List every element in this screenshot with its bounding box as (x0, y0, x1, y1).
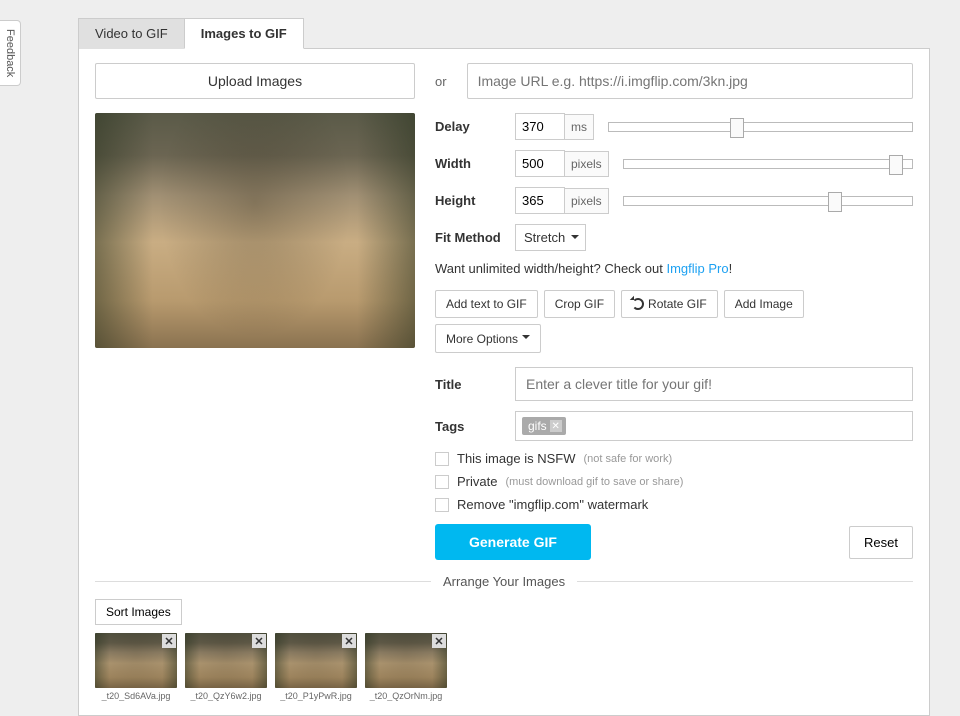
arrange-divider: Arrange Your Images (95, 574, 913, 589)
tab-bar: Video to GIF Images to GIF (78, 18, 930, 49)
delay-label: Delay (435, 119, 515, 134)
tag-text: gifs (528, 419, 547, 433)
tag-chip: gifs✕ (522, 417, 566, 435)
width-input[interactable] (515, 150, 565, 177)
tab-images-to-gif[interactable]: Images to GIF (184, 18, 304, 49)
delay-slider[interactable] (608, 122, 913, 132)
watermark-label: Remove "imgflip.com" watermark (457, 497, 648, 512)
fit-label: Fit Method (435, 230, 515, 245)
tags-input[interactable]: gifs✕ (515, 411, 913, 441)
promo-lead: Want unlimited width/height? Check out (435, 261, 666, 276)
tool-buttons: Add text to GIF Crop GIF Rotate GIF Add … (435, 290, 913, 353)
main-container: Video to GIF Images to GIF Upload Images… (78, 18, 930, 640)
imgflip-pro-link[interactable]: Imgflip Pro (666, 261, 728, 276)
nsfw-checkbox[interactable] (435, 452, 449, 466)
delay-input[interactable] (515, 113, 565, 140)
thumbnail-filename: _t20_Sd6AVa.jpg (95, 691, 177, 701)
upload-images-button[interactable]: Upload Images (95, 63, 415, 99)
reset-button[interactable]: Reset (849, 526, 913, 559)
tag-remove-icon[interactable]: ✕ (550, 420, 562, 432)
height-unit: pixels (565, 188, 609, 214)
fit-method-select[interactable]: Stretch (515, 224, 586, 251)
title-input[interactable] (515, 367, 913, 401)
chevron-down-icon (522, 331, 530, 346)
settings-panel: Delay ms Width pixels Height pixels (435, 113, 913, 560)
image-url-input[interactable] (467, 63, 913, 99)
crop-gif-button[interactable]: Crop GIF (544, 290, 615, 318)
thumbnail-filename: _t20_P1yPwR.jpg (275, 691, 357, 701)
generate-gif-button[interactable]: Generate GIF (435, 524, 591, 560)
or-label: or (435, 74, 447, 89)
width-slider[interactable] (623, 159, 913, 169)
title-label: Title (435, 377, 515, 392)
rotate-gif-button[interactable]: Rotate GIF (621, 290, 718, 318)
rotate-label: Rotate GIF (648, 297, 707, 311)
close-icon[interactable]: ✕ (342, 634, 356, 648)
gif-preview (95, 113, 415, 348)
thumbnails-row: ✕ _t20_Sd6AVa.jpg ✕ _t20_QzY6w2.jpg ✕ _t… (95, 633, 913, 701)
thumbnail-item[interactable]: ✕ _t20_Sd6AVa.jpg (95, 633, 177, 701)
width-label: Width (435, 156, 515, 171)
feedback-tab[interactable]: Feedback (0, 20, 21, 86)
rotate-icon (632, 298, 644, 310)
close-icon[interactable]: ✕ (252, 634, 266, 648)
upload-row: Upload Images or (95, 63, 913, 99)
private-hint: (must download gif to save or share) (505, 476, 683, 488)
panel: Upload Images or Delay ms Width pixels (78, 48, 930, 716)
add-image-button[interactable]: Add Image (724, 290, 804, 318)
thumbnail-filename: _t20_QzY6w2.jpg (185, 691, 267, 701)
thumbnail-item[interactable]: ✕ _t20_QzY6w2.jpg (185, 633, 267, 701)
nsfw-label: This image is NSFW (457, 451, 575, 466)
tags-label: Tags (435, 419, 515, 434)
height-input[interactable] (515, 187, 565, 214)
thumbnail-filename: _t20_QzOrNm.jpg (365, 691, 447, 701)
height-label: Height (435, 193, 515, 208)
more-label: More Options (446, 332, 518, 346)
height-slider[interactable] (623, 196, 913, 206)
nsfw-hint: (not safe for work) (583, 453, 672, 465)
arrange-heading: Arrange Your Images (431, 574, 577, 589)
promo-text: Want unlimited width/height? Check out I… (435, 261, 913, 276)
more-options-button[interactable]: More Options (435, 324, 541, 353)
delay-unit: ms (565, 114, 594, 140)
sort-images-button[interactable]: Sort Images (95, 599, 182, 625)
watermark-checkbox[interactable] (435, 498, 449, 512)
private-checkbox[interactable] (435, 475, 449, 489)
promo-tail: ! (729, 261, 733, 276)
thumbnail-item[interactable]: ✕ _t20_QzOrNm.jpg (365, 633, 447, 701)
width-unit: pixels (565, 151, 609, 177)
add-text-button[interactable]: Add text to GIF (435, 290, 538, 318)
close-icon[interactable]: ✕ (432, 634, 446, 648)
thumbnail-item[interactable]: ✕ _t20_P1yPwR.jpg (275, 633, 357, 701)
private-label: Private (457, 474, 497, 489)
tab-video-to-gif[interactable]: Video to GIF (78, 18, 185, 49)
close-icon[interactable]: ✕ (162, 634, 176, 648)
